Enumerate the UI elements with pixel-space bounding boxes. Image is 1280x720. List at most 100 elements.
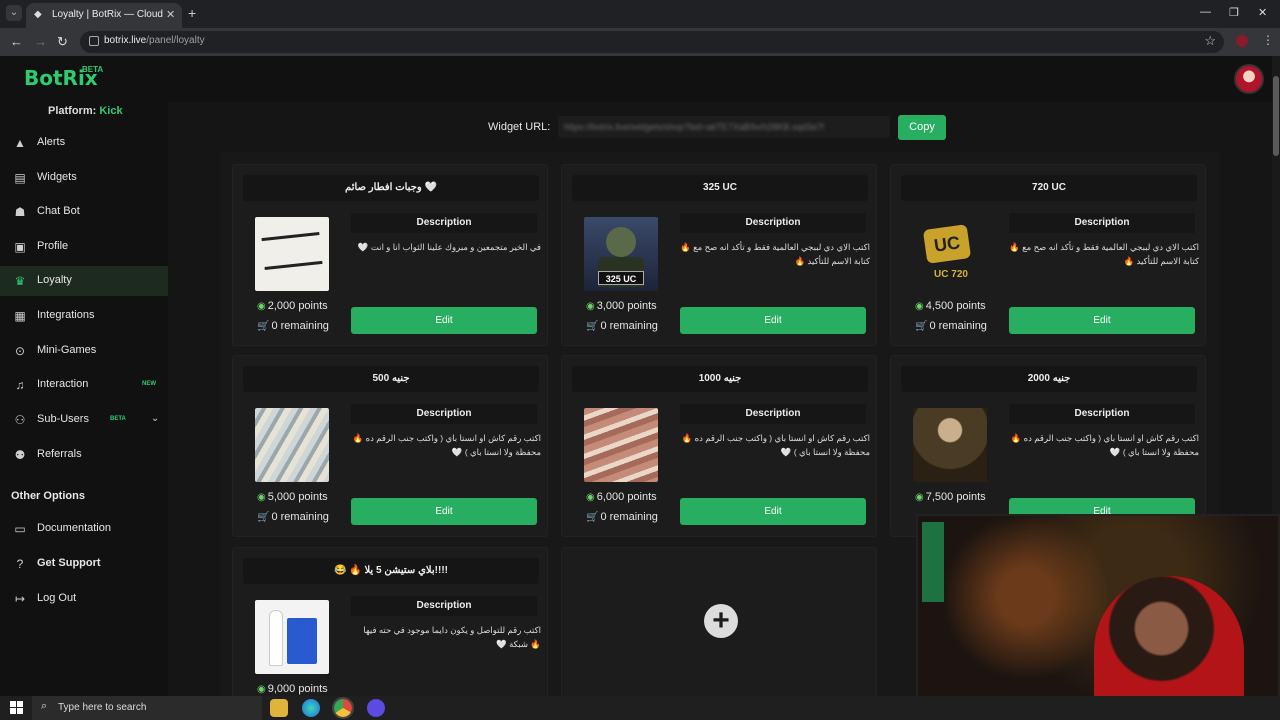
- sidebar-item-label: Integrations: [37, 309, 95, 321]
- reward-points-value: 6,000 points: [596, 491, 657, 503]
- edit-button[interactable]: Edit: [1009, 307, 1195, 334]
- plus-icon[interactable]: +: [704, 604, 738, 638]
- new-tab-icon[interactable]: +: [188, 5, 196, 21]
- platform-label: Platform:: [48, 105, 97, 117]
- painting-image: [913, 408, 987, 482]
- sidebar-item-label: Chat Bot: [37, 205, 80, 217]
- help-icon: ?: [16, 557, 24, 571]
- iftar-image: [255, 217, 329, 291]
- browser-profile-icon[interactable]: [1236, 35, 1248, 47]
- edge-icon[interactable]: [302, 699, 320, 717]
- edit-button[interactable]: Edit: [680, 307, 866, 334]
- reward-points-value: 9,000 points: [267, 683, 328, 695]
- money-image: [255, 408, 329, 482]
- sidebar-item-label: Get Support: [37, 557, 101, 569]
- cart-icon: 🛒: [257, 512, 270, 523]
- widgets-icon: ▤: [14, 171, 26, 185]
- reward-points-value: 4,500 points: [925, 300, 986, 312]
- reward-remaining-value: 0 remaining: [271, 320, 329, 332]
- cart-icon: 🛒: [257, 321, 270, 332]
- platform-indicator: Platform: Kick: [48, 105, 123, 117]
- reward-description: اكتب رقم للتواصل و يكون دايما موجود في ح…: [363, 625, 541, 649]
- reward-card: وجبات افطار صائم 🤍 Description في الخير …: [232, 164, 548, 346]
- tab-search-icon[interactable]: ⌄: [6, 5, 22, 21]
- reward-points-value: 3,000 points: [596, 300, 657, 312]
- windows-start-icon[interactable]: [10, 701, 23, 714]
- reward-card: 500 جنيه Description اكتب رقم كاش او انس…: [232, 355, 548, 537]
- edit-button[interactable]: Edit: [680, 498, 866, 525]
- sidebar-item-profile[interactable]: ▣ Profile: [0, 232, 168, 262]
- reward-description: اكتب رقم كاش او انستا باي ( واكتب جنب ال…: [1010, 433, 1199, 457]
- sidebar: Platform: Kick ▲ Alerts ▤ Widgets ☗ Chat…: [0, 102, 168, 696]
- taskbar-search-placeholder: Type here to search: [58, 702, 147, 713]
- copy-button[interactable]: Copy: [898, 115, 946, 140]
- sidebar-item-sub-users[interactable]: ⚇ Sub-Users BETA ⌄: [0, 405, 168, 435]
- sidebar-item-widgets[interactable]: ▤ Widgets: [0, 163, 168, 193]
- url-field[interactable]: botrix.live/panel/loyalty ☆: [80, 31, 1224, 53]
- new-badge: NEW: [142, 381, 156, 387]
- reward-points-value: 5,000 points: [267, 491, 328, 503]
- coins-icon: ◉: [915, 301, 924, 312]
- description-heading: Description: [351, 404, 537, 424]
- edit-button[interactable]: Edit: [351, 498, 537, 525]
- tab-close-icon[interactable]: ✕: [166, 8, 175, 21]
- forward-icon[interactable]: →: [34, 34, 47, 49]
- reward-points: ◉ 4,500 points: [915, 300, 986, 312]
- sidebar-item-integrations[interactable]: ▦ Integrations: [0, 301, 168, 331]
- add-reward-card[interactable]: +: [561, 547, 877, 696]
- reward-title: 😂 🔥 بلاي ستيشن 5 يلا!!!!: [243, 558, 539, 584]
- sidebar-item-label: Mini-Games: [37, 344, 97, 356]
- reward-description: في الخير متجمعين و مبروك علينا الثواب ان…: [357, 242, 541, 252]
- taskbar-search[interactable]: ⌕ Type here to search: [32, 696, 262, 720]
- coins-icon: ◉: [257, 684, 266, 695]
- back-icon[interactable]: ←: [10, 34, 23, 49]
- search-icon: ⌕: [41, 700, 48, 712]
- referrals-icon: ⚉: [14, 448, 26, 462]
- reward-remaining: 🛒 0 remaining: [915, 320, 987, 332]
- sidebar-item-chat-bot[interactable]: ☗ Chat Bot: [0, 197, 168, 227]
- app-header: BotRix BETA: [0, 56, 1272, 102]
- sidebar-item-alerts[interactable]: ▲ Alerts: [0, 128, 168, 158]
- sidebar-item-documentation[interactable]: ▭ Documentation: [0, 514, 168, 544]
- reward-remaining: 🛒 0 remaining: [586, 320, 658, 332]
- browser-tab[interactable]: ◆ Loyalty | BotRix — Cloud Streaming Bot…: [26, 3, 182, 28]
- discord-icon[interactable]: [367, 699, 385, 717]
- beta-badge: BETA: [110, 416, 126, 422]
- description-heading: Description: [1009, 213, 1195, 233]
- logout-icon: ↦: [14, 592, 26, 606]
- chevron-down-icon[interactable]: ⌄: [151, 413, 159, 424]
- reward-card: 720 UC UC UC 720 Description اكتب الاي د…: [890, 164, 1206, 346]
- reload-icon[interactable]: ↻: [57, 34, 68, 50]
- reward-card: 😂 🔥 بلاي ستيشن 5 يلا!!!! Description اكت…: [232, 547, 548, 696]
- reward-description: اكتب رقم كاش او انستا باي ( واكتب جنب ال…: [681, 433, 870, 457]
- scrollbar-thumb[interactable]: [1273, 76, 1279, 156]
- user-avatar[interactable]: [1234, 64, 1264, 94]
- robot-icon: ☗: [14, 205, 26, 219]
- site-info-icon[interactable]: [89, 36, 99, 46]
- site-favicon-icon: ◆: [34, 9, 42, 20]
- restore-icon[interactable]: ❐: [1229, 6, 1239, 19]
- minimize-icon[interactable]: —: [1200, 6, 1211, 18]
- sidebar-item-mini-games[interactable]: ⊙ Mini-Games: [0, 336, 168, 366]
- description-heading: Description: [680, 213, 866, 233]
- sidebar-item-log-out[interactable]: ↦ Log Out: [0, 584, 168, 614]
- sidebar-item-loyalty[interactable]: ♛ Loyalty: [0, 266, 168, 296]
- cart-icon: 🛒: [586, 512, 599, 523]
- window-close-icon[interactable]: ✕: [1258, 6, 1267, 19]
- cart-icon: 🛒: [586, 321, 599, 332]
- sidebar-item-referrals[interactable]: ⚉ Referrals: [0, 440, 168, 470]
- sidebar-item-interaction[interactable]: ♫ Interaction NEW: [0, 370, 168, 400]
- document-icon: ▭: [14, 522, 26, 536]
- chrome-icon[interactable]: [332, 697, 354, 719]
- platform-value: Kick: [99, 105, 123, 117]
- reward-remaining-value: 0 remaining: [600, 511, 658, 523]
- widget-url-field[interactable]: https://botrix.live/widgets/shop?bid=abT…: [558, 116, 890, 138]
- bookmark-star-icon[interactable]: ☆: [1204, 33, 1216, 49]
- file-explorer-icon[interactable]: [270, 699, 288, 717]
- reward-description: اكتب رقم كاش او انستا باي ( واكتب جنب ال…: [352, 433, 541, 457]
- ps5-image: [255, 600, 329, 674]
- edit-button[interactable]: Edit: [351, 307, 537, 334]
- sidebar-item-get-support[interactable]: ? Get Support: [0, 549, 168, 579]
- url-host: botrix.live: [104, 35, 147, 46]
- browser-menu-icon[interactable]: ⋮: [1262, 33, 1274, 47]
